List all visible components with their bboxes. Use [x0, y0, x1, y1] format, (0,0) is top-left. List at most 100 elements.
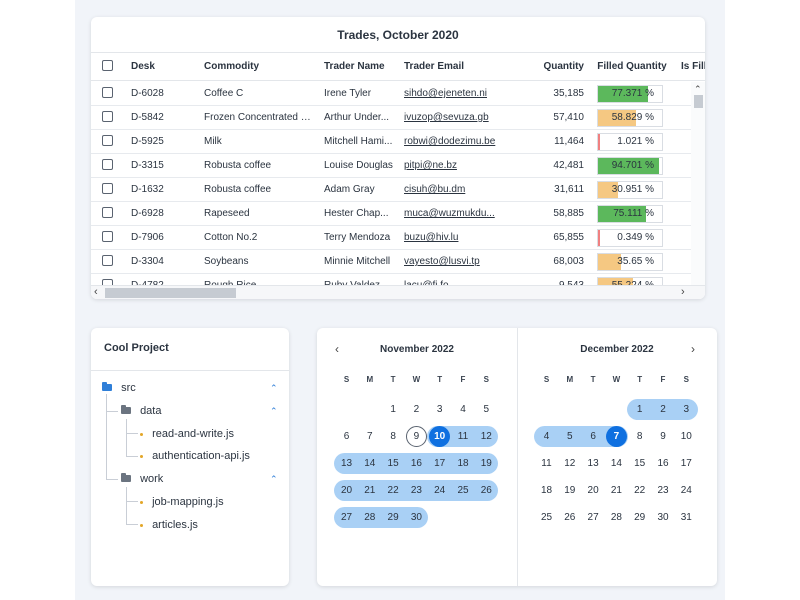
calendar-day[interactable]: 26 — [475, 480, 498, 501]
vertical-scrollbar[interactable]: ⌃ ⌄ — [691, 82, 705, 299]
calendar-day[interactable]: 24 — [675, 480, 698, 501]
table-row[interactable]: D-5842 Frozen Concentrated O... Arthur Und… — [91, 106, 705, 130]
row-checkbox[interactable] — [102, 106, 116, 130]
calendar-day[interactable]: 5 — [475, 399, 498, 420]
calendar-day[interactable]: 14 — [605, 453, 628, 474]
email-link[interactable]: buzu@hiv.lu — [404, 232, 458, 243]
calendar-day[interactable]: 19 — [558, 480, 581, 501]
calendar-day[interactable]: 12 — [558, 453, 581, 474]
calendar-day[interactable]: 22 — [382, 480, 405, 501]
calendar-day[interactable]: 25 — [535, 507, 558, 528]
cell-trader-email[interactable]: robwi@dodezimu.be — [404, 130, 504, 154]
calendar-day[interactable]: 13 — [582, 453, 605, 474]
calendar-day[interactable]: 18 — [535, 480, 558, 501]
row-checkbox[interactable] — [102, 154, 116, 178]
cell-trader-email[interactable]: cisuh@bu.dm — [404, 178, 504, 202]
table-row[interactable]: D-6928 Rapeseed Hester Chap... muca@wuzmukd… — [91, 202, 705, 226]
row-checkbox[interactable] — [102, 82, 116, 106]
calendar-day[interactable]: 17 — [675, 453, 698, 474]
calendar-day[interactable]: 28 — [605, 507, 628, 528]
calendar-day[interactable]: 6 — [335, 426, 358, 447]
table-row[interactable]: D-1632 Robusta coffee Adam Gray cisuh@bu.dm… — [91, 178, 705, 202]
tree-folder-src[interactable]: src — [102, 380, 136, 396]
column-header-filled-quantity[interactable]: Filled Quantity — [591, 53, 673, 81]
cell-trader-email[interactable]: sihdo@ejeneten.ni — [404, 82, 504, 106]
calendar-day[interactable]: 30 — [652, 507, 675, 528]
calendar-day[interactable]: 21 — [605, 480, 628, 501]
calendar-day[interactable]: 23 — [405, 480, 428, 501]
email-link[interactable]: muca@wuzmukdu... — [404, 208, 495, 219]
row-checkbox[interactable] — [102, 226, 116, 250]
email-link[interactable]: cisuh@bu.dm — [404, 184, 465, 195]
row-checkbox[interactable] — [102, 202, 116, 226]
table-row[interactable]: D-3315 Robusta coffee Louise Douglas pitpi@… — [91, 154, 705, 178]
column-header-trader-email[interactable]: Trader Email — [404, 53, 504, 81]
calendar-day[interactable]: 27 — [335, 507, 358, 528]
chevron-up-icon[interactable]: ⌃ — [270, 471, 278, 487]
vertical-scroll-thumb[interactable] — [694, 95, 703, 108]
column-header-commodity[interactable]: Commodity — [204, 53, 316, 81]
calendar-day[interactable]: 20 — [335, 480, 358, 501]
column-header-quantity[interactable]: Quantity — [511, 53, 584, 81]
calendar-day[interactable]: 11 — [452, 426, 475, 447]
table-row[interactable]: D-7906 Cotton No.2 Terry Mendoza buzu@hiv.l… — [91, 226, 705, 250]
calendar-day[interactable]: 2 — [405, 399, 428, 420]
calendar-day[interactable]: 8 — [382, 426, 405, 447]
horizontal-scroll-thumb[interactable] — [105, 288, 236, 298]
calendar-day[interactable]: 23 — [652, 480, 675, 501]
cell-trader-email[interactable]: vayesto@lusvi.tp — [404, 250, 504, 274]
calendar-day[interactable]: 26 — [558, 507, 581, 528]
calendar-day[interactable]: 20 — [582, 480, 605, 501]
calendar-day[interactable]: 3 — [675, 399, 698, 420]
calendar-day[interactable]: 7 — [358, 426, 381, 447]
cell-trader-email[interactable]: muca@wuzmukdu... — [404, 202, 504, 226]
table-row[interactable]: D-3304 Soybeans Minnie Mitchell vayesto@lus… — [91, 250, 705, 274]
email-link[interactable]: robwi@dodezimu.be — [404, 136, 495, 147]
calendar-day[interactable]: 15 — [628, 453, 651, 474]
calendar-day[interactable]: 15 — [382, 453, 405, 474]
tree-file[interactable]: articles.js — [140, 517, 198, 533]
tree-file[interactable]: read-and-write.js — [140, 426, 234, 442]
calendar-day[interactable]: 9 — [652, 426, 675, 447]
table-row[interactable]: D-6028 Coffee C Irene Tyler sihdo@ejeneten.… — [91, 82, 705, 106]
calendar-day[interactable]: 14 — [358, 453, 381, 474]
calendar-day[interactable]: 22 — [628, 480, 651, 501]
calendar-day[interactable]: 13 — [335, 453, 358, 474]
calendar-day[interactable]: 25 — [452, 480, 475, 501]
row-checkbox[interactable] — [102, 130, 116, 154]
select-all-checkbox[interactable] — [102, 53, 116, 81]
table-row[interactable]: D-5925 Milk Mitchell Hami... robwi@dodezimu… — [91, 130, 705, 154]
calendar-day[interactable]: 16 — [652, 453, 675, 474]
calendar-day[interactable]: 4 — [535, 426, 558, 447]
calendar-day[interactable]: 4 — [452, 399, 475, 420]
calendar-day[interactable]: 19 — [475, 453, 498, 474]
calendar-day[interactable]: 1 — [628, 399, 651, 420]
row-checkbox[interactable] — [102, 178, 116, 202]
email-link[interactable]: ivuzop@sevuza.gb — [404, 112, 489, 123]
calendar-day[interactable]: 30 — [405, 507, 428, 528]
calendar-day[interactable]: 31 — [675, 507, 698, 528]
calendar-day[interactable]: 12 — [475, 426, 498, 447]
column-header-desk[interactable]: Desk — [131, 53, 196, 81]
calendar-day[interactable]: 2 — [652, 399, 675, 420]
calendar-day[interactable]: 11 — [535, 453, 558, 474]
chevron-up-icon[interactable]: ⌃ — [270, 380, 278, 396]
calendar-day[interactable]: 10 — [675, 426, 698, 447]
tree-file[interactable]: job-mapping.js — [140, 494, 224, 510]
calendar-day[interactable]: 21 — [358, 480, 381, 501]
scroll-right-icon[interactable]: › — [681, 287, 685, 298]
calendar-day[interactable]: 8 — [628, 426, 651, 447]
calendar-day[interactable]: 17 — [428, 453, 451, 474]
chevron-up-icon[interactable]: ⌃ — [270, 403, 278, 419]
calendar-day[interactable]: 9 — [405, 426, 427, 447]
tree-file[interactable]: authentication-api.js — [140, 448, 250, 464]
tree-folder-work[interactable]: work — [121, 471, 163, 487]
calendar-day[interactable]: 7 — [605, 426, 627, 447]
calendar-day[interactable]: 28 — [358, 507, 381, 528]
scroll-up-icon[interactable]: ⌃ — [694, 84, 702, 94]
scroll-left-icon[interactable]: ‹ — [94, 287, 98, 298]
calendar-day[interactable]: 24 — [428, 480, 451, 501]
calendar-day[interactable]: 6 — [582, 426, 605, 447]
calendar-day[interactable]: 1 — [382, 399, 405, 420]
calendar-day[interactable]: 29 — [628, 507, 651, 528]
